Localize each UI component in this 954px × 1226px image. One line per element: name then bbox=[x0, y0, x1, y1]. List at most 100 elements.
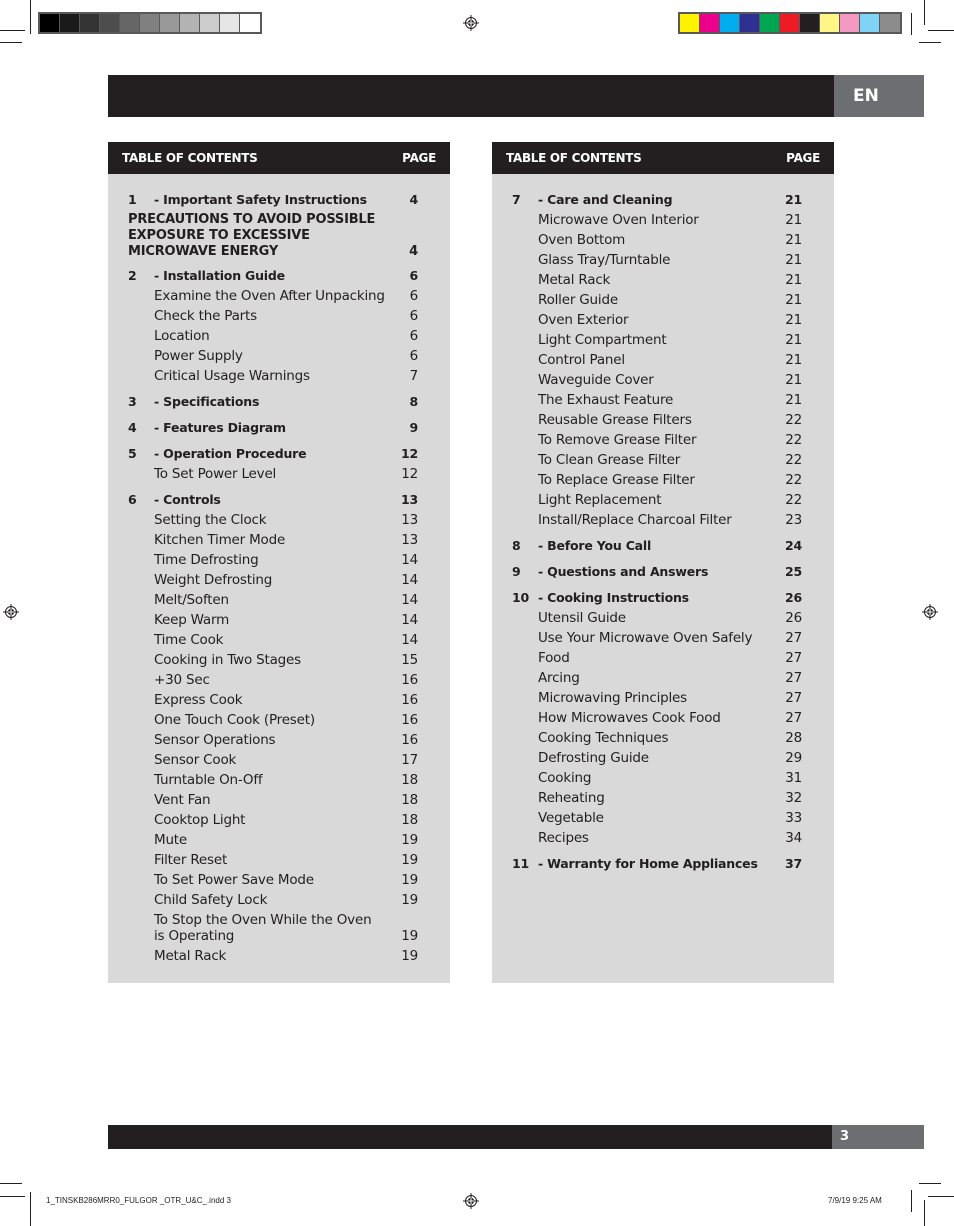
toc-subsection[interactable]: Sensor Operations 16 bbox=[128, 730, 418, 750]
toc-subsection[interactable]: To Set Power Level 12 bbox=[128, 464, 418, 484]
toc-subsection[interactable]: Time Defrosting 14 bbox=[128, 550, 418, 570]
toc-subsection[interactable]: Mute 19 bbox=[128, 830, 418, 850]
toc-section[interactable]: 8 - Before You Call 24 bbox=[512, 536, 802, 556]
toc-subsection[interactable]: Setting the Clock 13 bbox=[128, 510, 418, 530]
toc-entry-page: 21 bbox=[785, 252, 802, 268]
toc-subsection[interactable]: Install/Replace Charcoal Filter 23 bbox=[512, 510, 802, 530]
toc-section[interactable]: 4 - Features Diagram 9 bbox=[128, 418, 418, 438]
toc-subsection[interactable]: Power Supply 6 bbox=[128, 346, 418, 366]
toc-entry-label: Metal Rack bbox=[538, 272, 611, 288]
toc-subsection[interactable]: Critical Usage Warnings 7 bbox=[128, 366, 418, 386]
toc-section-title: 2 - Installation Guide bbox=[128, 266, 285, 286]
toc-entry-page: 18 bbox=[401, 792, 418, 808]
toc-entry-page: 21 bbox=[785, 332, 802, 348]
toc-subsection[interactable]: To Replace Grease Filter 22 bbox=[512, 470, 802, 490]
toc-entry-page: 22 bbox=[785, 452, 802, 468]
toc-entry-page: 16 bbox=[401, 672, 418, 688]
toc-section-number: 5 bbox=[128, 446, 137, 461]
toc-subsection[interactable]: Check the Parts 6 bbox=[128, 306, 418, 326]
toc-section[interactable]: 7 - Care and Cleaning 21 bbox=[512, 190, 802, 210]
toc-section-title: 8 - Before You Call bbox=[512, 536, 651, 556]
toc-entry-page: 14 bbox=[401, 572, 418, 588]
toc-entry-label: Food bbox=[538, 650, 570, 666]
toc-subsection[interactable]: Express Cook 16 bbox=[128, 690, 418, 710]
toc-subsection[interactable]: Food 27 bbox=[512, 648, 802, 668]
toc-subsection[interactable]: Cooking in Two Stages 15 bbox=[128, 650, 418, 670]
toc-subsection[interactable]: Use Your Microwave Oven Safely 27 bbox=[512, 628, 802, 648]
toc-subsection[interactable]: Control Panel 21 bbox=[512, 350, 802, 370]
toc-subsection[interactable]: Examine the Oven After Unpacking 6 bbox=[128, 286, 418, 306]
toc-subsection[interactable]: Time Cook 14 bbox=[128, 630, 418, 650]
toc-subsection[interactable]: Utensil Guide 26 bbox=[512, 608, 802, 628]
toc-section[interactable]: 5 - Operation Procedure 12 bbox=[128, 444, 418, 464]
toc-subsection[interactable]: To Stop the Oven While the Oven is Opera… bbox=[128, 912, 418, 944]
color-swatch bbox=[100, 14, 120, 32]
toc-section[interactable]: 10 - Cooking Instructions 26 bbox=[512, 588, 802, 608]
toc-subsection[interactable]: Location 6 bbox=[128, 326, 418, 346]
toc-entry-label: Defrosting Guide bbox=[538, 750, 649, 766]
toc-subsection[interactable]: Reusable Grease Filters 22 bbox=[512, 410, 802, 430]
toc-subsection[interactable]: Melt/Soften 14 bbox=[128, 590, 418, 610]
toc-subsection[interactable]: How Microwaves Cook Food 27 bbox=[512, 708, 802, 728]
toc-subsection[interactable]: Recipes 34 bbox=[512, 828, 802, 848]
toc-entry-label: Sensor Cook bbox=[154, 752, 237, 768]
toc-entry-page: 15 bbox=[401, 652, 418, 668]
toc-entry-label: Cooking bbox=[538, 770, 592, 786]
toc-subsection[interactable]: Vegetable 33 bbox=[512, 808, 802, 828]
toc-subsection[interactable]: Kitchen Timer Mode 13 bbox=[128, 530, 418, 550]
toc-subsection[interactable]: Metal Rack 21 bbox=[512, 270, 802, 290]
toc-entry-page: 14 bbox=[401, 632, 418, 648]
toc-subsection[interactable]: Microwaving Principles 27 bbox=[512, 688, 802, 708]
toc-subsection[interactable]: Cooking Techniques 28 bbox=[512, 728, 802, 748]
toc-entry-label: Cooking Techniques bbox=[538, 730, 669, 746]
toc-entry-page: 4 bbox=[409, 192, 419, 207]
toc-entry-page: 4 bbox=[409, 244, 418, 259]
language-tab: EN bbox=[834, 75, 924, 117]
toc-subsection[interactable]: Vent Fan 18 bbox=[128, 790, 418, 810]
toc-section[interactable]: 2 - Installation Guide 6 bbox=[128, 266, 418, 286]
language-label: EN bbox=[853, 86, 879, 106]
toc-subsection[interactable]: Keep Warm 14 bbox=[128, 610, 418, 630]
toc-entry-label: Reheating bbox=[538, 790, 605, 806]
toc-subsection[interactable]: To Remove Grease Filter 22 bbox=[512, 430, 802, 450]
toc-section[interactable]: 11 - Warranty for Home Appliances 37 bbox=[512, 854, 802, 874]
toc-subsection[interactable]: +30 Sec 16 bbox=[128, 670, 418, 690]
toc-subsection[interactable]: Arcing 27 bbox=[512, 668, 802, 688]
toc-subsection[interactable]: Glass Tray/Turntable 21 bbox=[512, 250, 802, 270]
toc-entry-label: PRECAUTIONS TO AVOID POSSIBLE EXPOSURE T… bbox=[128, 212, 376, 259]
toc-section-number: 11 bbox=[512, 856, 529, 871]
toc-subsection[interactable]: Roller Guide 21 bbox=[512, 290, 802, 310]
toc-entry-label: Reusable Grease Filters bbox=[538, 412, 692, 428]
toc-subsection[interactable]: One Touch Cook (Preset) 16 bbox=[128, 710, 418, 730]
toc-subsection[interactable]: Weight Defrosting 14 bbox=[128, 570, 418, 590]
toc-subsection[interactable]: Metal Rack 19 bbox=[128, 946, 418, 966]
toc-section[interactable]: 3 - Specifications 8 bbox=[128, 392, 418, 412]
toc-entry-page: 19 bbox=[401, 852, 418, 868]
toc-subsection[interactable]: Sensor Cook 17 bbox=[128, 750, 418, 770]
toc-entry-label: Location bbox=[154, 328, 210, 344]
toc-subsection[interactable]: Light Replacement 22 bbox=[512, 490, 802, 510]
toc-section[interactable]: 9 - Questions and Answers 25 bbox=[512, 562, 802, 582]
toc-subsection[interactable]: Oven Exterior 21 bbox=[512, 310, 802, 330]
toc-notice[interactable]: PRECAUTIONS TO AVOID POSSIBLE EXPOSURE T… bbox=[128, 212, 418, 260]
toc-entry-page: 8 bbox=[409, 394, 419, 409]
toc-subsection[interactable]: Oven Bottom 21 bbox=[512, 230, 802, 250]
toc-subsection[interactable]: Light Compartment 21 bbox=[512, 330, 802, 350]
toc-section[interactable]: 1 - Important Safety Instructions 4 bbox=[128, 190, 418, 210]
toc-entry-label: - Warranty for Home Appliances bbox=[538, 856, 758, 871]
toc-subsection[interactable]: Reheating 32 bbox=[512, 788, 802, 808]
toc-subsection[interactable]: Microwave Oven Interior 21 bbox=[512, 210, 802, 230]
toc-entry-label: - Installation Guide bbox=[154, 268, 285, 283]
toc-subsection[interactable]: The Exhaust Feature 21 bbox=[512, 390, 802, 410]
toc-subsection[interactable]: Cooking 31 bbox=[512, 768, 802, 788]
toc-subsection[interactable]: To Clean Grease Filter 22 bbox=[512, 450, 802, 470]
toc-subsection[interactable]: To Set Power Save Mode 19 bbox=[128, 870, 418, 890]
toc-section[interactable]: 6 - Controls 13 bbox=[128, 490, 418, 510]
toc-subsection[interactable]: Cooktop Light 18 bbox=[128, 810, 418, 830]
toc-subsection[interactable]: Waveguide Cover 21 bbox=[512, 370, 802, 390]
toc-subsection[interactable]: Defrosting Guide 29 bbox=[512, 748, 802, 768]
toc-subsection[interactable]: Child Safety Lock 19 bbox=[128, 890, 418, 910]
toc-entry-label: Oven Bottom bbox=[538, 232, 626, 248]
toc-subsection[interactable]: Turntable On-Off 18 bbox=[128, 770, 418, 790]
toc-subsection[interactable]: Filter Reset 19 bbox=[128, 850, 418, 870]
